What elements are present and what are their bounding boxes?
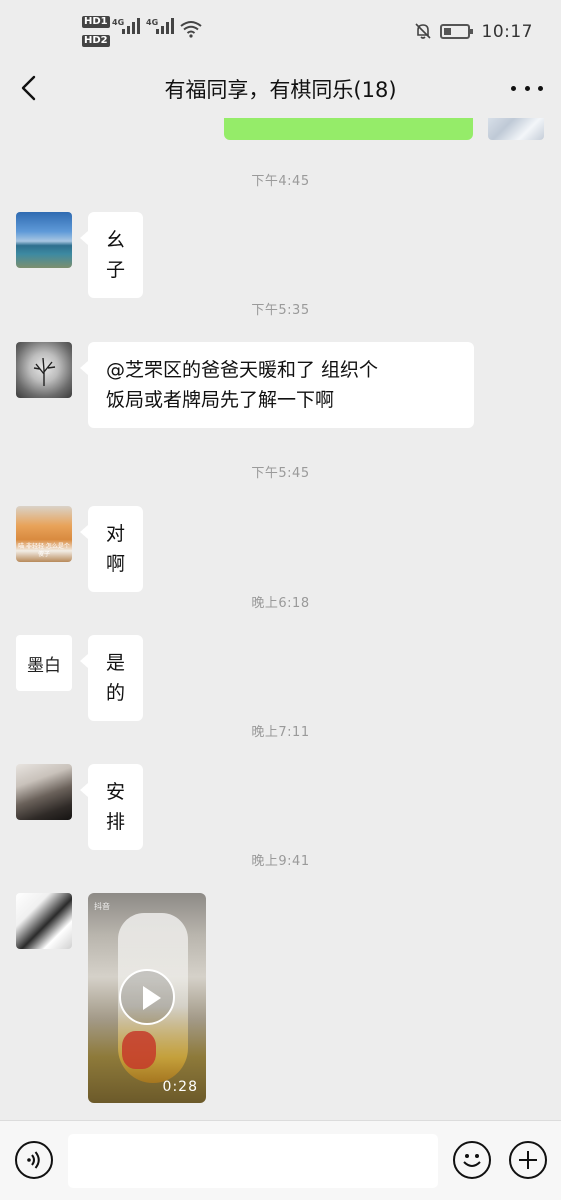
- wifi-icon: [180, 21, 202, 38]
- self-avatar[interactable]: [488, 118, 544, 140]
- play-icon[interactable]: [119, 969, 175, 1025]
- message-timestamp: 下午5:35: [251, 303, 310, 318]
- message-bubble[interactable]: @芝罘区的爸爸天暖和了 组织个 饭局或者牌局先了解一下啊: [80, 342, 474, 428]
- sender-avatar[interactable]: [16, 893, 72, 949]
- sender-avatar[interactable]: 墨白: [16, 635, 72, 691]
- self-message-bubble[interactable]: [224, 118, 473, 140]
- message-timestamp: 晚上7:11: [251, 725, 310, 740]
- status-bar: HD1 HD2 4G 4G 10:17: [0, 0, 561, 62]
- video-duration: 0:28: [162, 1079, 198, 1095]
- chat-header: 有福同享，有棋同乐(18): [0, 62, 561, 118]
- mute-bell-icon: [415, 23, 431, 39]
- sender-avatar[interactable]: [16, 212, 72, 268]
- video-message[interactable]: 抖音 0:28: [88, 893, 206, 1103]
- message-timestamp: 下午4:45: [251, 174, 310, 189]
- video-watermark: 抖音: [94, 902, 110, 911]
- voice-icon[interactable]: [15, 1141, 53, 1179]
- input-bar: [0, 1120, 561, 1200]
- message-input[interactable]: [68, 1134, 438, 1188]
- signal-icon-2: [156, 18, 174, 34]
- message-text-line: @芝罘区的爸爸天暖和了 组织个: [106, 359, 379, 381]
- message-timestamp: 晚上9:41: [251, 854, 310, 869]
- sender-avatar[interactable]: 喵 非轻轻 怎么是个傻子: [16, 506, 72, 562]
- hd1-indicator: HD1: [82, 16, 110, 28]
- message-bubble[interactable]: 对啊: [79, 506, 144, 592]
- message-list[interactable]: 下午4:45 幺子 下午5:35 @芝罘区的爸爸天暖和了 组织个 饭局或者牌局先…: [0, 118, 561, 1120]
- sender-avatar[interactable]: [16, 764, 72, 820]
- message-text-line: 饭局或者牌局先了解一下啊: [106, 389, 335, 411]
- chat-title: 有福同享，有棋同乐(18): [164, 78, 397, 102]
- message-bubble[interactable]: 安排: [79, 764, 144, 850]
- more-dots-icon[interactable]: [511, 74, 543, 102]
- avatar-caption: 喵 非轻轻 怎么是个傻子: [18, 543, 70, 558]
- chevron-left-icon[interactable]: [14, 72, 46, 104]
- tree-icon: [33, 357, 56, 386]
- message-timestamp: 下午5:45: [251, 466, 310, 481]
- sender-avatar[interactable]: [16, 342, 72, 398]
- message-timestamp: 晚上6:18: [251, 596, 310, 611]
- status-time: 10:17: [481, 22, 533, 42]
- signal-icon: [122, 18, 140, 34]
- emoji-icon[interactable]: [453, 1141, 491, 1179]
- message-bubble[interactable]: 幺子: [79, 212, 144, 298]
- hd2-indicator: HD2: [82, 35, 110, 47]
- video-thumbnail-mark: [122, 1031, 156, 1069]
- battery-icon: [440, 24, 473, 39]
- plus-icon[interactable]: [509, 1141, 547, 1179]
- message-bubble[interactable]: 是的: [79, 635, 144, 721]
